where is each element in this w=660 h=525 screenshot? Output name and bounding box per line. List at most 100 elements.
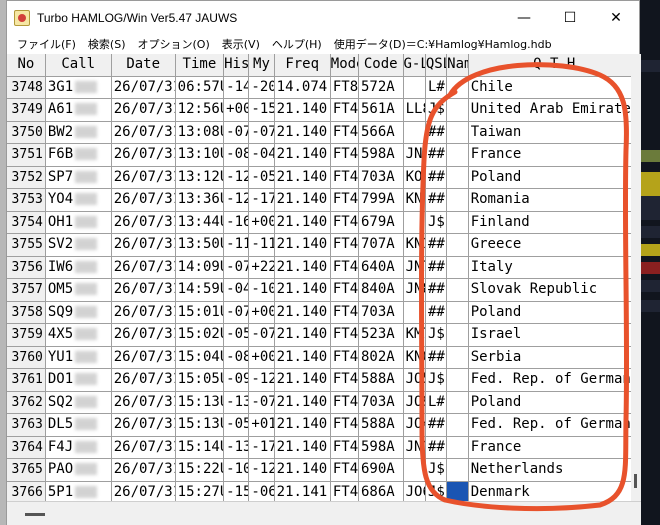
cell-mode[interactable]: FT4 — [330, 99, 359, 122]
table-row[interactable]: 3761 DO1 26/07/31 15:05U -09 -12 21.140 FT4 588A… — [7, 369, 641, 392]
cell-freq[interactable]: 21.140 — [274, 256, 331, 279]
cell-time[interactable]: 14:59U — [175, 279, 225, 302]
cell-call[interactable]: YO4 — [45, 189, 112, 212]
cell-qsl[interactable]: ## — [425, 279, 448, 302]
cell-his[interactable]: -04 — [224, 279, 250, 302]
cell-his[interactable]: -12 — [224, 189, 250, 212]
table-row[interactable]: 3751 F6B 26/07/31 13:10U -08 -04 21.140 FT4 598A… — [7, 144, 641, 167]
cell-my[interactable]: -07 — [249, 324, 275, 347]
cell-gl[interactable] — [403, 76, 426, 99]
cell-no[interactable]: 3748 — [7, 76, 46, 99]
cell-code[interactable]: 523A — [359, 324, 404, 347]
cell-time[interactable]: 15:02U — [175, 324, 225, 347]
cell-date[interactable]: 26/07/31 — [111, 121, 176, 144]
cell-code[interactable]: 690A — [359, 459, 404, 482]
cell-mode[interactable]: FT8 — [330, 76, 359, 99]
cell-qth[interactable]: Israel — [468, 324, 641, 347]
column-header[interactable]: Mode — [330, 54, 359, 77]
cell-code[interactable]: 640A — [359, 256, 404, 279]
cell-call[interactable]: SQ9 — [45, 301, 112, 324]
cell-nam[interactable] — [447, 279, 469, 302]
cell-my[interactable]: -20 — [249, 76, 275, 99]
cell-code[interactable]: 588A — [359, 414, 404, 437]
cell-mode[interactable]: FT4 — [330, 324, 359, 347]
cell-mode[interactable]: FT4 — [330, 346, 359, 369]
menu-data-file[interactable]: 使用データ(D)＝C:¥Hamlog¥Hamlog.hdb — [328, 36, 558, 52]
cell-nam[interactable] — [447, 99, 469, 122]
cell-my[interactable]: +00 — [249, 211, 275, 234]
cell-qth[interactable]: Greece — [468, 234, 641, 257]
column-header[interactable]: Freq — [274, 54, 331, 77]
cell-freq[interactable]: 21.140 — [274, 166, 331, 189]
cell-nam[interactable] — [447, 211, 469, 234]
cell-qsl[interactable]: ## — [425, 234, 448, 257]
cell-call[interactable]: OM5 — [45, 279, 112, 302]
cell-time[interactable]: 14:09U — [175, 256, 225, 279]
cell-call[interactable]: BW2 — [45, 121, 112, 144]
cell-mode[interactable]: FT4 — [330, 301, 359, 324]
cell-code[interactable]: 572A — [359, 76, 404, 99]
cell-his[interactable]: -14 — [224, 76, 250, 99]
menu-search[interactable]: 検索(S) — [82, 36, 132, 52]
table-row[interactable]: 3759 4X5 26/07/31 15:02U -05 -07 21.140 FT4 523A… — [7, 324, 641, 347]
cell-his[interactable]: -08 — [224, 144, 250, 167]
cell-gl[interactable]: KM7 — [403, 324, 426, 347]
cell-qth[interactable]: Finland — [468, 211, 641, 234]
cell-no[interactable]: 3764 — [7, 436, 46, 459]
cell-qsl[interactable]: ## — [425, 346, 448, 369]
cell-freq[interactable]: 21.140 — [274, 189, 331, 212]
cell-qsl[interactable]: ## — [425, 121, 448, 144]
cell-code[interactable]: 703A — [359, 391, 404, 414]
column-header[interactable]: Call — [45, 54, 112, 77]
cell-his[interactable]: -10 — [224, 459, 250, 482]
cell-qsl[interactable]: L# — [425, 391, 448, 414]
cell-date[interactable]: 26/07/31 — [111, 436, 176, 459]
cell-his[interactable]: -07 — [224, 121, 250, 144]
cell-qsl[interactable]: J$ — [425, 459, 448, 482]
cell-date[interactable]: 26/07/31 — [111, 369, 176, 392]
cell-call[interactable]: 4X5 — [45, 324, 112, 347]
cell-call[interactable]: 3G1 — [45, 76, 112, 99]
table-row[interactable]: 3749 A61 26/07/31 12:56U +00 -15 21.140 FT4 561A… — [7, 99, 641, 122]
cell-my[interactable]: +22 — [249, 256, 275, 279]
cell-date[interactable]: 26/07/31 — [111, 144, 176, 167]
cell-his[interactable]: -08 — [224, 346, 250, 369]
cell-qth[interactable]: Slovak Republic — [468, 279, 641, 302]
cell-qth[interactable]: Poland — [468, 391, 641, 414]
cell-qth[interactable]: Fed. Rep. of Germany — [468, 414, 641, 437]
cell-qsl[interactable]: ## — [425, 436, 448, 459]
cell-nam[interactable] — [447, 76, 469, 99]
table-row[interactable]: 3760 YU1 26/07/31 15:04U -08 +00 21.140 FT4 802A… — [7, 346, 641, 369]
cell-qsl[interactable]: ## — [425, 414, 448, 437]
cell-time[interactable]: 13:12U — [175, 166, 225, 189]
cell-freq[interactable]: 21.140 — [274, 301, 331, 324]
cell-call[interactable]: DL5 — [45, 414, 112, 437]
cell-qth[interactable]: Romania — [468, 189, 641, 212]
cell-gl[interactable]: LL8 — [403, 99, 426, 122]
cell-code[interactable]: 598A — [359, 144, 404, 167]
cell-qth[interactable]: United Arab Emirates — [468, 99, 641, 122]
cell-qsl[interactable]: ## — [425, 189, 448, 212]
cell-call[interactable]: SV2 — [45, 234, 112, 257]
cell-call[interactable]: F4J — [45, 436, 112, 459]
cell-gl[interactable]: KN0 — [403, 346, 426, 369]
menu-help[interactable]: ヘルプ(H) — [266, 36, 328, 52]
cell-nam[interactable] — [447, 189, 469, 212]
cell-mode[interactable]: FT4 — [330, 121, 359, 144]
cell-his[interactable]: -13 — [224, 391, 250, 414]
cell-my[interactable]: -15 — [249, 99, 275, 122]
menu-view[interactable]: 表示(V) — [216, 36, 266, 52]
cell-my[interactable]: -10 — [249, 279, 275, 302]
cell-mode[interactable]: FT4 — [330, 144, 359, 167]
cell-time[interactable]: 06:57U — [175, 76, 225, 99]
cell-nam[interactable] — [447, 436, 469, 459]
table-row[interactable]: 3765 PAO 26/07/31 15:22U -10 -12 21.140 FT4 690A… — [7, 459, 641, 482]
cell-qth[interactable]: Italy — [468, 256, 641, 279]
cell-gl[interactable]: JO4 — [403, 414, 426, 437]
cell-nam[interactable] — [447, 459, 469, 482]
cell-my[interactable]: +00 — [249, 346, 275, 369]
table-row[interactable]: 3762 SQ2 26/07/31 15:13U -13 -07 21.140 FT4 703A… — [7, 391, 641, 414]
cell-gl[interactable]: JO9 — [403, 391, 426, 414]
cell-call[interactable]: F6B — [45, 144, 112, 167]
cell-gl[interactable] — [403, 211, 426, 234]
